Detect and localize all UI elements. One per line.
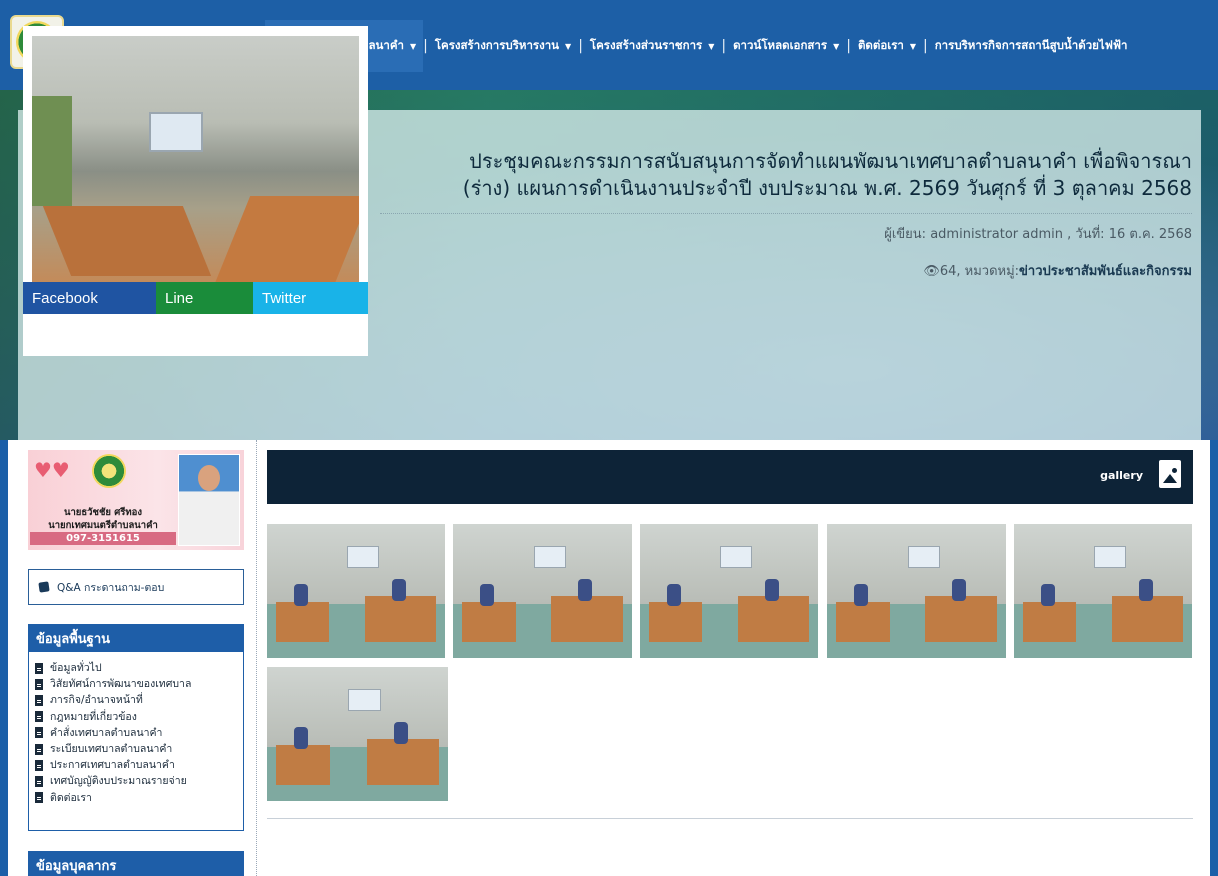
nav-item-5[interactable]: ดาวน์โหลดเอกสาร ▼ xyxy=(726,20,846,72)
gallery-label: gallery xyxy=(1100,469,1143,482)
view-count: 64 xyxy=(939,264,957,279)
file-icon xyxy=(35,695,43,706)
basic-info-panel: ข้อมูลทั่วไป วิสัยทัศน์การพัฒนาของเทศบาลภ… xyxy=(28,652,244,831)
file-icon xyxy=(35,711,43,723)
caret-down-icon: ▼ xyxy=(565,41,572,51)
category-link[interactable]: ข่าวประชาสัมพันธ์และกิจกรรม xyxy=(1019,264,1192,279)
nav-separator: | xyxy=(721,38,727,54)
gallery-photo[interactable] xyxy=(453,524,632,658)
basic-info-item[interactable]: คำสั่งเทศบาลตำบลนาคำ xyxy=(35,725,237,741)
basic-info-item[interactable]: ภารกิจ/อำนาจหน้าที่ xyxy=(35,692,237,708)
hearts-icon: ♥♥ xyxy=(34,458,70,482)
share-line-button[interactable]: Line xyxy=(156,282,253,314)
nav-item-4[interactable]: โครงสร้างส่วนราชการ ▼ xyxy=(583,20,721,72)
file-icon xyxy=(35,759,43,771)
basic-info-item[interactable]: ข้อมูลทั่วไป xyxy=(35,660,237,676)
gallery-photo[interactable] xyxy=(1014,524,1192,658)
share-facebook-button[interactable]: Facebook xyxy=(23,282,156,314)
mayor-photo xyxy=(178,454,240,546)
gallery-divider xyxy=(267,818,1193,819)
nav-separator: | xyxy=(578,38,583,54)
share-twitter-button[interactable]: Twitter xyxy=(253,282,368,314)
gallery-photo[interactable] xyxy=(827,524,1006,658)
caret-down-icon: ▼ xyxy=(410,41,417,51)
gallery-photo[interactable] xyxy=(640,524,818,658)
basic-info-item[interactable]: กฎหมายที่เกี่ยวข้อง xyxy=(35,709,237,725)
nav-separator: | xyxy=(846,38,851,54)
basic-info-item[interactable]: เทศบัญญัติงบประมาณรายจ่าย xyxy=(35,773,237,789)
caret-down-icon: ▼ xyxy=(909,41,916,51)
nav-item-7[interactable]: การบริหารกิจการสถานีสูบน้ำด้วยไฟฟ้า xyxy=(928,20,1135,72)
file-icon xyxy=(35,792,43,804)
caret-down-icon: ▼ xyxy=(833,41,840,51)
caret-down-icon: ▼ xyxy=(708,41,715,51)
nav-item-3[interactable]: โครงสร้างการบริหารงาน ▼ xyxy=(428,20,578,72)
basic-info-item[interactable]: ติดต่อเรา xyxy=(35,790,237,806)
basic-info-item[interactable]: ประกาศเทศบาลตำบลนาคำ xyxy=(35,757,237,773)
nav-separator: | xyxy=(423,38,428,54)
basic-info-list: ข้อมูลทั่วไป วิสัยทัศน์การพัฒนาของเทศบาลภ… xyxy=(35,660,237,806)
mayor-phone: 097-3151615 xyxy=(30,532,176,545)
nav-separator: | xyxy=(923,38,928,54)
qa-board-link[interactable]: Q&A กระดานถาม-ตอบ xyxy=(28,569,244,605)
share-buttons: Facebook Line Twitter xyxy=(23,282,368,314)
featured-photo-card: Facebook Line Twitter xyxy=(23,26,368,356)
file-icon xyxy=(35,727,43,739)
image-icon xyxy=(1159,460,1181,488)
article-views-category: 👁64, หมวดหมู่:ข่าวประชาสัมพันธ์และกิจกรร… xyxy=(923,264,1192,279)
basic-info-item[interactable]: ระเบียบเทศบาลตำบลนาคำ xyxy=(35,741,237,757)
mayor-name: นายธวัชชัย ศรีทอง xyxy=(63,507,143,518)
featured-photo[interactable] xyxy=(32,36,359,282)
title-divider xyxy=(380,213,1192,214)
gallery-photo[interactable] xyxy=(267,524,445,658)
basic-info-item[interactable]: วิสัยทัศน์การพัฒนาของเทศบาล xyxy=(35,676,237,692)
comment-icon xyxy=(38,581,50,593)
mayor-position: นายกเทศมนตรีตำบลนาคำ xyxy=(48,520,158,531)
author-name: administrator admin xyxy=(930,227,1064,242)
article-title: ประชุมคณะกรรมการสนับสนุนการจัดทำแผนพัฒนา… xyxy=(462,149,1192,200)
file-icon xyxy=(35,662,43,674)
personnel-heading: ข้อมูลบุคลากร xyxy=(28,851,244,876)
file-icon xyxy=(35,776,43,788)
gallery-photo[interactable] xyxy=(267,667,448,801)
sidebar-divider xyxy=(256,440,257,876)
nav-item-6[interactable]: ติดต่อเรา ▼ xyxy=(851,20,923,72)
basic-info-heading: ข้อมูลพื้นฐาน xyxy=(28,624,244,652)
publish-date: 16 ต.ค. 2568 xyxy=(1108,227,1192,242)
file-icon xyxy=(35,743,43,755)
eye-icon: 👁 xyxy=(923,264,940,279)
file-icon xyxy=(35,678,43,690)
mayor-info: นายธวัชชัย ศรีทอง นายกเทศมนตรีตำบลนาคำ 0… xyxy=(30,506,176,545)
article-author-date: ผู้เขียน: administrator admin , วันที่: … xyxy=(884,227,1192,242)
gallery-header: gallery xyxy=(267,450,1193,504)
municipality-seal-icon xyxy=(92,454,126,488)
mayor-banner[interactable]: ♥♥ นายธวัชชัย ศรีทอง นายกเทศมนตรีตำบลนาค… xyxy=(28,450,244,550)
